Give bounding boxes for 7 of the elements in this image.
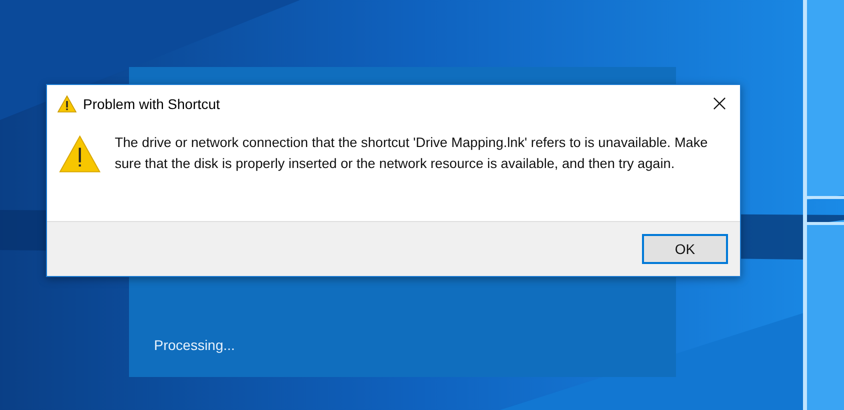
warning-icon bbox=[59, 135, 101, 173]
close-icon[interactable] bbox=[713, 97, 726, 110]
error-message: The drive or network connection that the shortcut 'Drive Mapping.lnk' refers to is unavailable. Make sure that the disk is properly inserted or the network resource is available, and then try again. bbox=[114, 134, 709, 173]
warning-icon bbox=[57, 94, 77, 112]
status-text: Processing... bbox=[154, 337, 235, 353]
window-title: Problem with Shortcut bbox=[83, 96, 221, 112]
ok-button[interactable]: OK bbox=[642, 234, 728, 264]
